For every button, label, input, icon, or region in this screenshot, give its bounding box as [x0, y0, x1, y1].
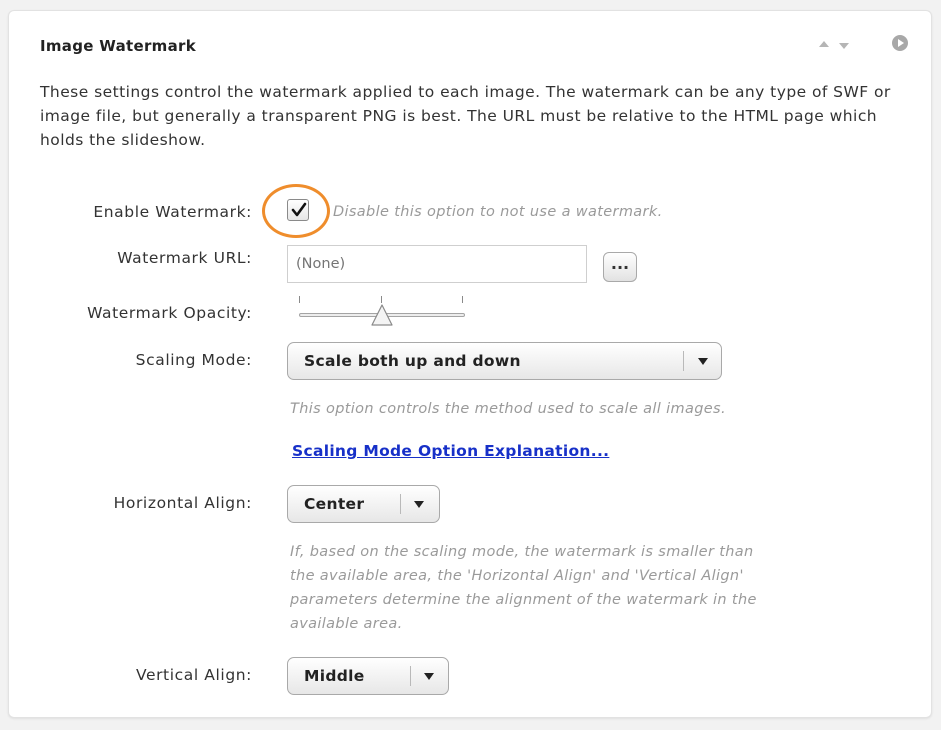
slider-tick — [299, 296, 300, 303]
move-down-icon[interactable] — [839, 43, 849, 49]
select-divider — [683, 351, 684, 371]
select-divider — [400, 494, 401, 514]
scaling-mode-hint: This option controls the method used to … — [290, 401, 726, 417]
horizontal-align-hint-line: parameters determine the alignment of th… — [290, 592, 757, 608]
dropdown-arrow-icon — [424, 673, 434, 680]
enable-watermark-hint: Disable this option to not use a waterma… — [333, 204, 663, 220]
watermark-opacity-label: Watermark Opacity: — [87, 304, 252, 322]
select-divider — [410, 666, 411, 686]
enable-watermark-checkbox[interactable] — [287, 199, 309, 221]
enable-watermark-label: Enable Watermark: — [93, 203, 252, 221]
horizontal-align-select[interactable]: Center — [287, 485, 440, 523]
watermark-url-input[interactable] — [287, 245, 587, 283]
browse-button[interactable]: ... — [603, 252, 637, 282]
panel-title: Image Watermark — [40, 37, 196, 55]
vertical-align-select[interactable]: Middle — [287, 657, 449, 695]
horizontal-align-value: Center — [304, 495, 365, 513]
slider-tick — [381, 296, 382, 303]
horizontal-align-label: Horizontal Align: — [113, 494, 252, 512]
horizontal-align-hint-line: the available area, the 'Horizontal Alig… — [290, 568, 744, 584]
intro-text: These settings control the watermark app… — [40, 83, 891, 149]
vertical-align-label: Vertical Align: — [135, 666, 252, 684]
scaling-mode-value: Scale both up and down — [304, 352, 521, 370]
watermark-opacity-slider[interactable] — [297, 292, 467, 328]
scaling-mode-label: Scaling Mode: — [135, 351, 252, 369]
slider-thumb[interactable] — [370, 303, 394, 327]
horizontal-align-hint-line: If, based on the scaling mode, the water… — [290, 544, 754, 560]
vertical-align-value: Middle — [304, 667, 365, 685]
scaling-mode-select[interactable]: Scale both up and down — [287, 342, 722, 380]
slider-tick — [462, 296, 463, 303]
checkmark-icon — [291, 202, 307, 217]
scaling-mode-explanation-link[interactable]: Scaling Mode Option Explanation... — [292, 442, 609, 460]
watermark-url-label: Watermark URL: — [117, 249, 252, 267]
horizontal-align-hint-line: available area. — [290, 616, 403, 632]
play-icon[interactable] — [892, 35, 908, 51]
move-up-icon[interactable] — [819, 41, 829, 47]
dropdown-arrow-icon — [414, 501, 424, 508]
dropdown-arrow-icon — [698, 358, 708, 365]
